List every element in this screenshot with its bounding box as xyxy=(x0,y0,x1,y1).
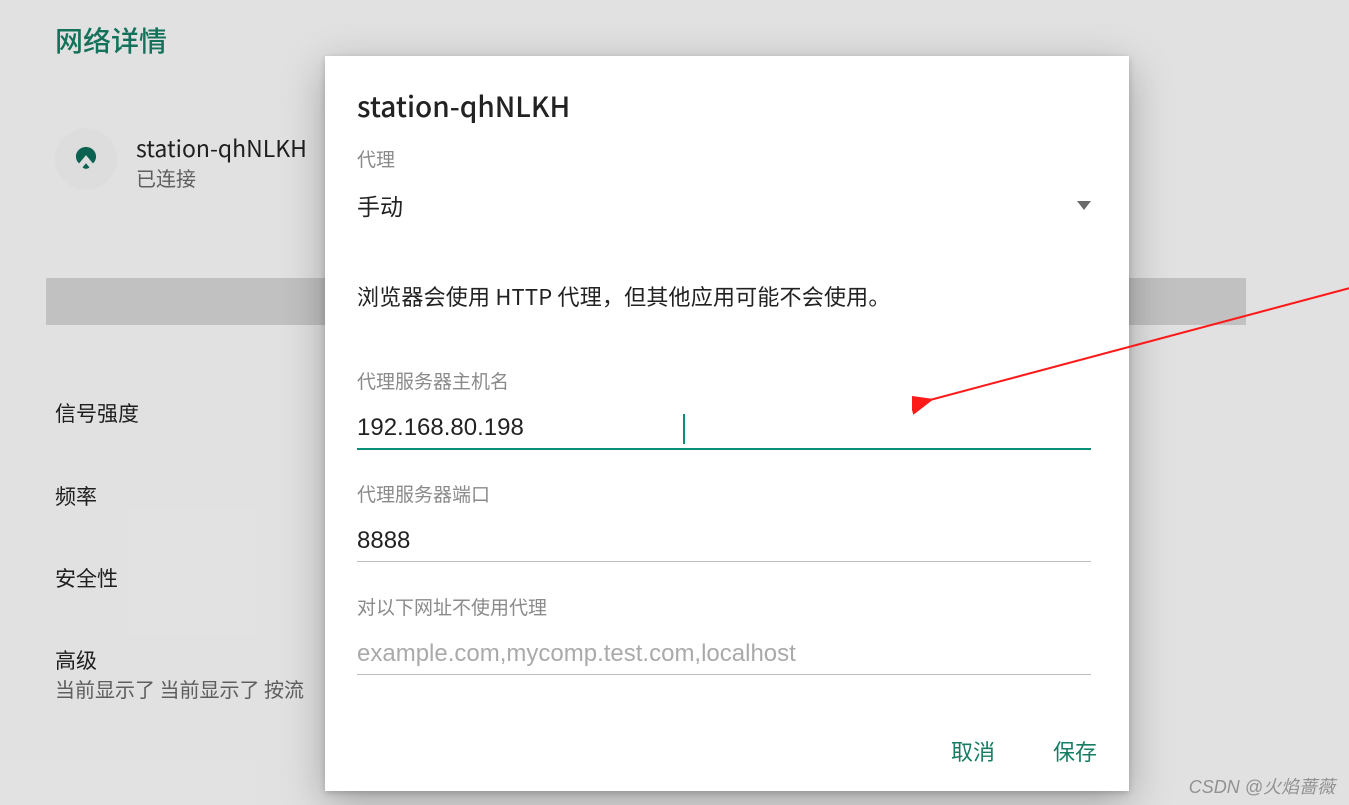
text-caret xyxy=(683,414,685,444)
proxy-select[interactable]: 手动 xyxy=(357,188,1091,222)
port-field-wrap xyxy=(357,521,1091,562)
host-input[interactable] xyxy=(357,408,1091,450)
proxy-value: 手动 xyxy=(357,188,403,222)
host-label: 代理服务器主机名 xyxy=(357,367,509,394)
bypass-label: 对以下网址不使用代理 xyxy=(357,593,547,620)
proxy-info-text: 浏览器会使用 HTTP 代理，但其他应用可能不会使用。 xyxy=(357,280,891,312)
port-input[interactable] xyxy=(357,521,1091,562)
dialog-actions: 取消 保存 xyxy=(947,729,1101,773)
dropdown-icon xyxy=(1077,201,1091,210)
bypass-input[interactable] xyxy=(357,634,1091,675)
dialog-title: station-qhNLKH xyxy=(357,86,570,126)
network-proxy-dialog: station-qhNLKH 代理 手动 浏览器会使用 HTTP 代理，但其他应… xyxy=(325,56,1129,791)
watermark: CSDN @火焰蔷薇 xyxy=(1189,773,1335,799)
bypass-field-wrap xyxy=(357,634,1091,675)
host-field-wrap xyxy=(357,408,1091,450)
cancel-button[interactable]: 取消 xyxy=(947,729,999,773)
save-button[interactable]: 保存 xyxy=(1049,729,1101,773)
proxy-label: 代理 xyxy=(357,145,395,172)
port-label: 代理服务器端口 xyxy=(357,480,490,507)
